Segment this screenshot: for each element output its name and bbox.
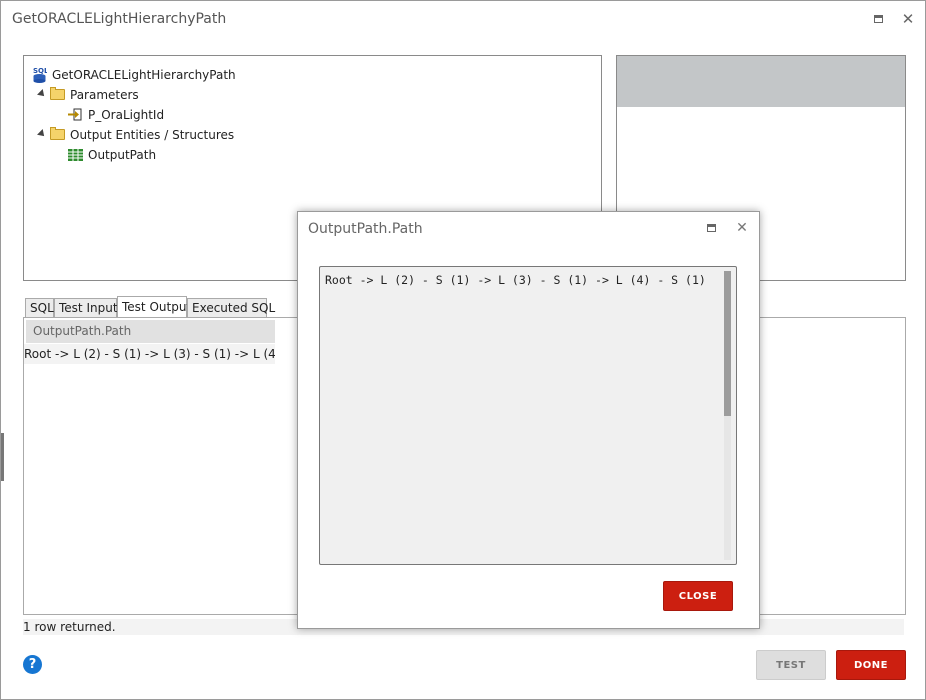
tab-executed-sql[interactable]: Executed SQL [187, 298, 275, 317]
expand-arrow-icon[interactable] [37, 89, 47, 99]
dialog-maximize-button[interactable] [703, 220, 719, 236]
test-button[interactable]: TEST [756, 650, 826, 680]
value-text: Root -> L (2) - S (1) -> L (3) - S (1) -… [325, 273, 706, 287]
dialog-title: OutputPath.Path [308, 221, 423, 237]
tree-node-label: OutputPath [88, 148, 157, 162]
left-edge-marker [1, 433, 4, 481]
expand-arrow-icon[interactable] [37, 129, 47, 139]
scrollbar-thumb[interactable] [724, 271, 731, 416]
value-textarea[interactable]: Root -> L (2) - S (1) -> L (3) - S (1) -… [319, 266, 737, 565]
window-title: GetORACLELightHierarchyPath [12, 11, 227, 27]
properties-header [617, 56, 905, 107]
tab-test-output[interactable]: Test Output [117, 296, 191, 318]
help-button[interactable]: ? [23, 655, 42, 674]
tab-sql[interactable]: SQL [25, 298, 54, 317]
tree-root-label: GetORACLELightHierarchyPath [52, 68, 236, 82]
close-button[interactable]: CLOSE [663, 581, 733, 611]
svg-text:SQL: SQL [33, 67, 47, 75]
folder-icon [50, 87, 65, 100]
status-text: 1 row returned. [23, 620, 116, 634]
column-header[interactable]: OutputPath.Path [26, 320, 275, 343]
maximize-button[interactable] [870, 11, 886, 27]
title-bar: GetORACLELightHierarchyPath ✕ [1, 1, 925, 37]
tree-node-label: Output Entities / Structures [70, 128, 235, 142]
scrollbar[interactable] [724, 271, 731, 560]
tree-node-label: P_OraLightId [88, 108, 165, 122]
tab-test-inputs[interactable]: Test Inputs [54, 298, 124, 317]
maximize-icon [873, 15, 883, 23]
table-grid-icon [68, 149, 83, 161]
table-row[interactable]: Root -> L (2) - S (1) -> L (3) - S (1) -… [24, 344, 275, 364]
dialog-close-icon[interactable]: ✕ [734, 220, 750, 236]
input-parameter-icon [68, 108, 82, 121]
folder-icon [50, 127, 65, 140]
tree-node-label: Parameters [70, 88, 139, 102]
value-dialog: OutputPath.Path ✕ Root -> L (2) - S (1) … [297, 211, 760, 629]
window-close-button[interactable]: ✕ [900, 11, 916, 27]
done-button[interactable]: DONE [836, 650, 906, 680]
maximize-icon [706, 224, 716, 232]
sql-database-icon: SQL [33, 67, 47, 83]
